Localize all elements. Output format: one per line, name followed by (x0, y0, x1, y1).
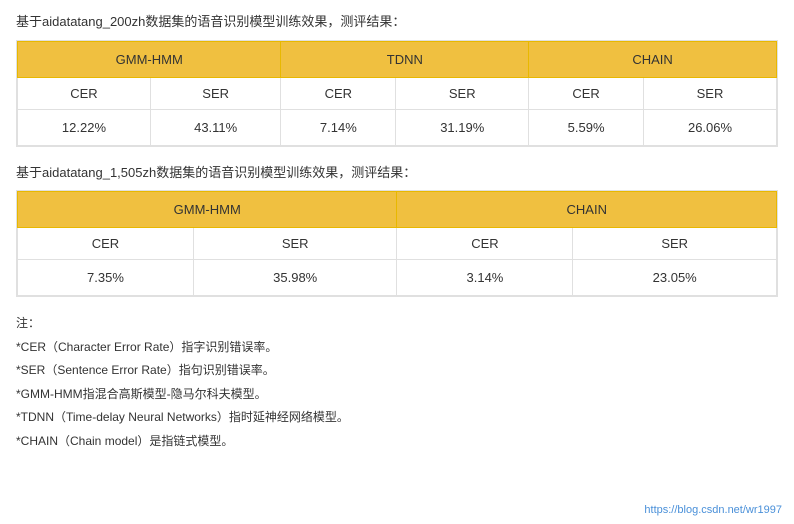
table2-sub-ser1: SER (193, 228, 397, 260)
table2-sub-cer2: CER (397, 228, 573, 260)
table1-sub-ser2: SER (396, 77, 529, 109)
notes-item-0: *CER（Character Error Rate）指字识别错误率。 (16, 337, 778, 359)
table1-subheader-row: CER SER CER SER CER SER (18, 77, 777, 109)
table1-sub-ser3: SER (644, 77, 777, 109)
table1-data-row: 12.22% 43.11% 7.14% 31.19% 5.59% 26.06% (18, 109, 777, 145)
table2-data-3: 23.05% (573, 260, 777, 296)
table2-data-1: 35.98% (193, 260, 397, 296)
table2-data-0: 7.35% (18, 260, 194, 296)
table1-sub-cer1: CER (18, 77, 151, 109)
table2: GMM-HMM CHAIN CER SER CER SER 7.35% 35.9… (17, 191, 777, 296)
table1-data-0: 12.22% (18, 109, 151, 145)
notes-item-4: *CHAIN（Chain model）是指链式模型。 (16, 431, 778, 453)
table2-wrapper: GMM-HMM CHAIN CER SER CER SER 7.35% 35.9… (16, 190, 778, 297)
table1-header-chain: CHAIN (529, 41, 777, 77)
table1-data-2: 7.14% (281, 109, 396, 145)
watermark: https://blog.csdn.net/wr1997 (644, 504, 782, 516)
table1-header-row: GMM-HMM TDNN CHAIN (18, 41, 777, 77)
table2-header-gmm: GMM-HMM (18, 192, 397, 228)
table2-title: 基于aidatatang_1,505zh数据集的语音识别模型训练效果，测评结果： (16, 163, 778, 183)
table1-data-4: 5.59% (529, 109, 644, 145)
table1-sub-cer2: CER (281, 77, 396, 109)
table2-subheader-row: CER SER CER SER (18, 228, 777, 260)
table2-sub-ser2: SER (573, 228, 777, 260)
notes-item-1: *SER（Sentence Error Rate）指句识别错误率。 (16, 360, 778, 382)
notes-label: 注： (16, 313, 778, 335)
table1-title: 基于aidatatang_200zh数据集的语音识别模型训练效果，测评结果： (16, 12, 778, 32)
table2-header-row: GMM-HMM CHAIN (18, 192, 777, 228)
table2-data-row: 7.35% 35.98% 3.14% 23.05% (18, 260, 777, 296)
table2-data-2: 3.14% (397, 260, 573, 296)
table1-data-5: 26.06% (644, 109, 777, 145)
table2-sub-cer1: CER (18, 228, 194, 260)
notes-item-2: *GMM-HMM指混合高斯模型-隐马尔科夫模型。 (16, 384, 778, 406)
table2-header-chain: CHAIN (397, 192, 777, 228)
table1-data-1: 43.11% (150, 109, 281, 145)
table1-data-3: 31.19% (396, 109, 529, 145)
table1: GMM-HMM TDNN CHAIN CER SER CER SER CER S… (17, 41, 777, 146)
table1-sub-cer3: CER (529, 77, 644, 109)
table1-header-gmm: GMM-HMM (18, 41, 281, 77)
notes-section: 注： *CER（Character Error Rate）指字识别错误率。 *S… (16, 313, 778, 453)
table1-sub-ser1: SER (150, 77, 281, 109)
table1-header-tdnn: TDNN (281, 41, 529, 77)
notes-item-3: *TDNN（Time-delay Neural Networks）指时延神经网络… (16, 407, 778, 429)
table1-wrapper: GMM-HMM TDNN CHAIN CER SER CER SER CER S… (16, 40, 778, 147)
